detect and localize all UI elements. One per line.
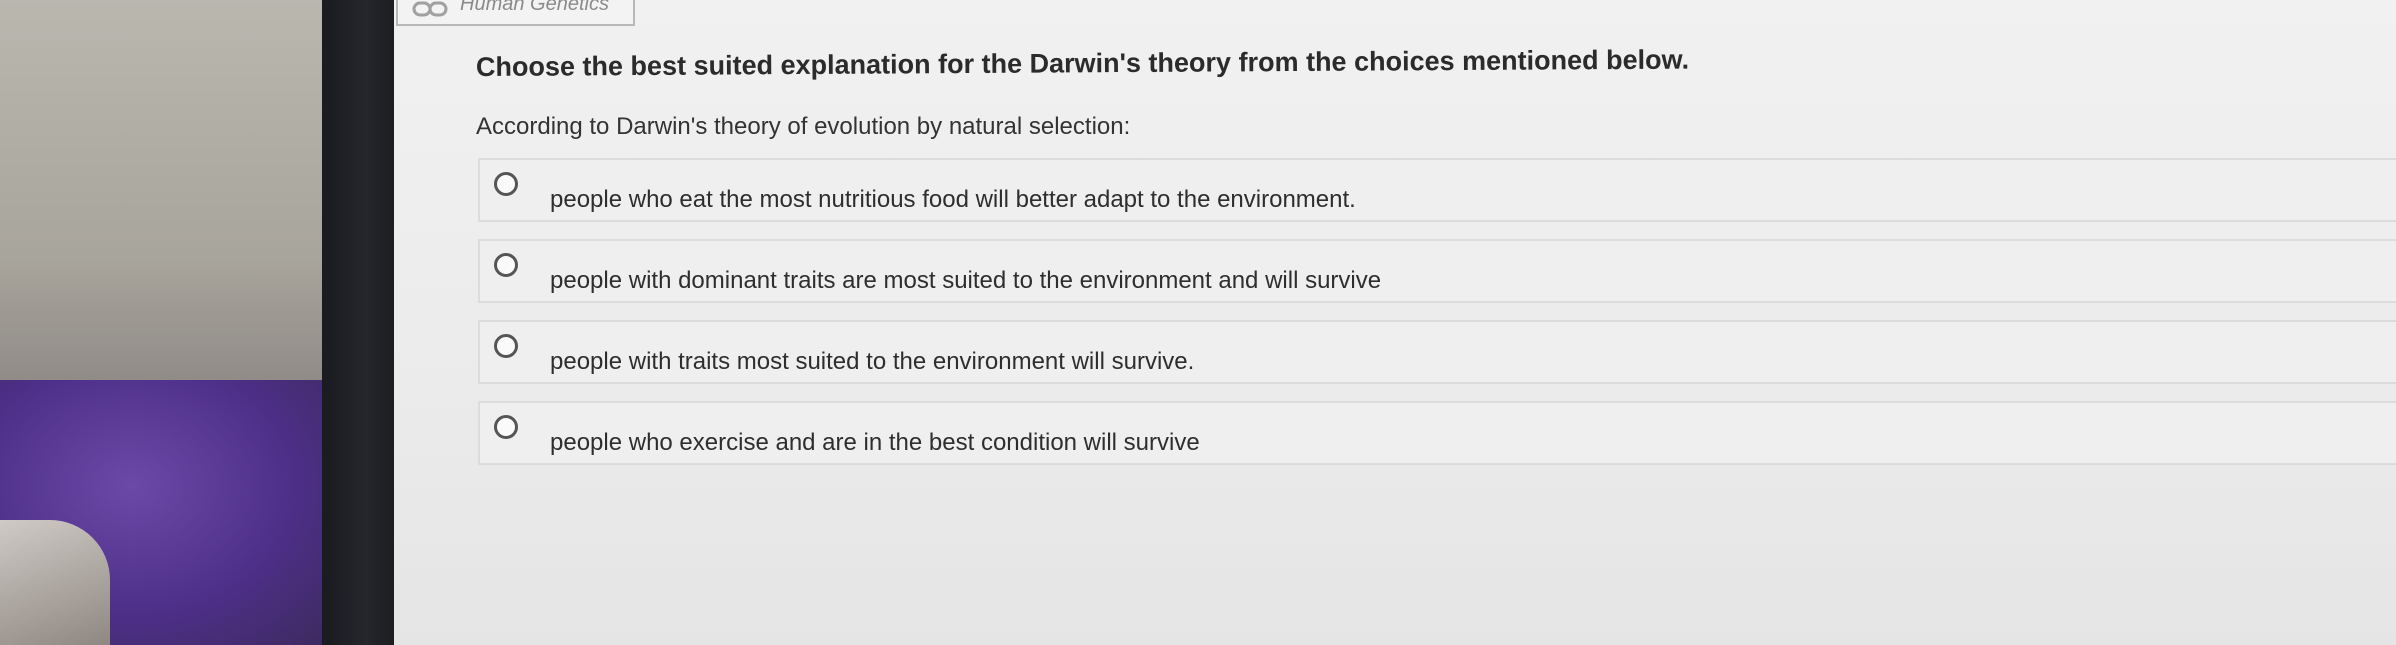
background-object (0, 520, 110, 645)
topic-tab-label: Human Genetics (460, 0, 609, 15)
answer-choice-4[interactable]: people who exercise and are in the best … (478, 401, 2396, 465)
answer-choice-label: people with dominant traits are most sui… (550, 267, 1382, 294)
radio-button-icon[interactable] (494, 415, 518, 439)
answer-choices: people who eat the most nutritious food … (478, 158, 2396, 482)
answer-choice-label: people with traits most suited to the en… (550, 348, 1195, 375)
topic-tab[interactable]: Human Genetics (396, 0, 635, 26)
quiz-screen: Human Genetics Choose the best suited ex… (394, 0, 2396, 645)
photo-scene: Human Genetics Choose the best suited ex… (0, 0, 2396, 645)
link-icon (412, 1, 448, 17)
question-title: Choose the best suited explanation for t… (475, 44, 1690, 82)
answer-choice-2[interactable]: people with dominant traits are most sui… (478, 239, 2396, 303)
answer-choice-1[interactable]: people who eat the most nutritious food … (478, 158, 2396, 222)
monitor-bezel (322, 0, 394, 645)
radio-button-icon[interactable] (494, 253, 518, 277)
radio-button-icon[interactable] (494, 172, 518, 196)
answer-choice-label: people who eat the most nutritious food … (550, 186, 1356, 213)
radio-button-icon[interactable] (494, 334, 518, 358)
answer-choice-3[interactable]: people with traits most suited to the en… (478, 320, 2396, 384)
answer-choice-label: people who exercise and are in the best … (550, 429, 1200, 456)
question-prompt: According to Darwin's theory of evolutio… (476, 113, 1131, 140)
